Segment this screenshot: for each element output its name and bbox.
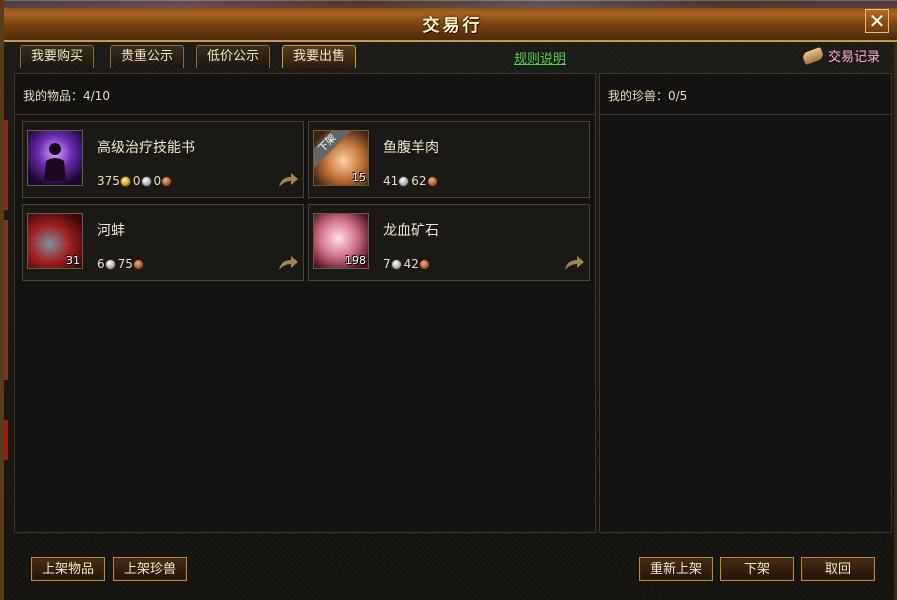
copper-coin-icon <box>426 175 438 187</box>
item-name: 高级治疗技能书 <box>97 140 195 156</box>
window-title: 交易行 <box>422 16 483 36</box>
price-silver: 7 <box>383 257 391 271</box>
tab-lowprice-notice[interactable]: 低价公示 <box>196 45 271 68</box>
item-name: 鱼腹羊肉 <box>383 140 439 156</box>
item-price: 41 62 <box>383 174 440 188</box>
share-arrow-icon[interactable] <box>277 254 299 272</box>
tab-valuable-notice[interactable]: 贵重公示 <box>110 45 185 68</box>
gold-coin-icon <box>119 175 131 187</box>
price-silver: 6 <box>97 257 105 271</box>
relist-button[interactable]: 重新上架 <box>639 557 713 581</box>
side-decoration <box>4 220 8 380</box>
item-card[interactable]: 31 河蚌 6 75 <box>22 204 304 281</box>
price-copper: 62 <box>411 174 427 188</box>
side-decoration <box>4 420 8 460</box>
list-item-button[interactable]: 上架物品 <box>31 557 105 581</box>
retrieve-button[interactable]: 取回 <box>801 557 875 581</box>
scroll-icon <box>802 47 824 65</box>
share-arrow-icon[interactable] <box>277 171 299 189</box>
rules-link[interactable]: 规则说明 <box>514 48 566 67</box>
clam-icon: 31 <box>27 213 83 269</box>
my-pets-count: 我的珍兽：0/5 <box>608 89 688 103</box>
item-quantity: 198 <box>345 254 366 267</box>
copper-coin-icon <box>132 258 144 270</box>
silver-coin-icon <box>390 258 402 270</box>
delisted-tag: 下架 <box>314 131 352 168</box>
copper-coin-icon <box>418 258 430 270</box>
price-silver: 41 <box>383 174 399 188</box>
list-pet-button[interactable]: 上架珍兽 <box>113 557 187 581</box>
item-name: 龙血矿石 <box>383 223 439 239</box>
trade-window: 交易行 ✕ 我要购买 贵重公示 低价公示 我要出售 规则说明 交易记录 我的物品… <box>0 0 897 600</box>
price-copper: 0 <box>153 174 162 188</box>
item-price: 7 42 <box>383 257 432 271</box>
item-quantity: 15 <box>352 171 366 184</box>
title-bar: 交易行 ✕ <box>4 0 897 42</box>
price-gold: 375 <box>97 174 120 188</box>
price-silver: 0 <box>132 174 141 188</box>
skill-book-icon <box>27 130 83 186</box>
meat-icon: 下架 15 <box>313 130 369 186</box>
my-items-header: 我的物品：4/10 <box>15 74 595 115</box>
my-items-panel: 我的物品：4/10 高级治疗技能书 375 0 0 下架 15 鱼腹羊肉 41 … <box>14 73 596 533</box>
silver-coin-icon <box>104 258 116 270</box>
price-copper: 75 <box>117 257 133 271</box>
ore-icon: 198 <box>313 213 369 269</box>
item-price: 6 75 <box>97 257 146 271</box>
tab-buy[interactable]: 我要购买 <box>20 45 95 68</box>
close-button[interactable]: ✕ <box>865 9 889 33</box>
my-pets-header: 我的珍兽：0/5 <box>600 74 891 115</box>
price-copper: 42 <box>403 257 419 271</box>
item-card[interactable]: 198 龙血矿石 7 42 <box>308 204 590 281</box>
side-decoration <box>4 120 8 210</box>
copper-coin-icon <box>161 175 173 187</box>
item-price: 375 0 0 <box>97 174 174 188</box>
item-card[interactable]: 高级治疗技能书 375 0 0 <box>22 121 304 198</box>
trade-records-label: 交易记录 <box>827 50 880 65</box>
item-name: 河蚌 <box>97 223 125 239</box>
my-items-count: 我的物品：4/10 <box>23 89 110 103</box>
my-pets-panel: 我的珍兽：0/5 <box>599 73 892 533</box>
silver-coin-icon <box>140 175 152 187</box>
tab-sell[interactable]: 我要出售 <box>282 45 357 68</box>
trade-records-link[interactable]: 交易记录 <box>802 46 880 65</box>
item-card[interactable]: 下架 15 鱼腹羊肉 41 62 <box>308 121 590 198</box>
share-arrow-icon[interactable] <box>563 254 585 272</box>
delist-button[interactable]: 下架 <box>720 557 794 581</box>
item-quantity: 31 <box>66 254 80 267</box>
silver-coin-icon <box>398 175 410 187</box>
